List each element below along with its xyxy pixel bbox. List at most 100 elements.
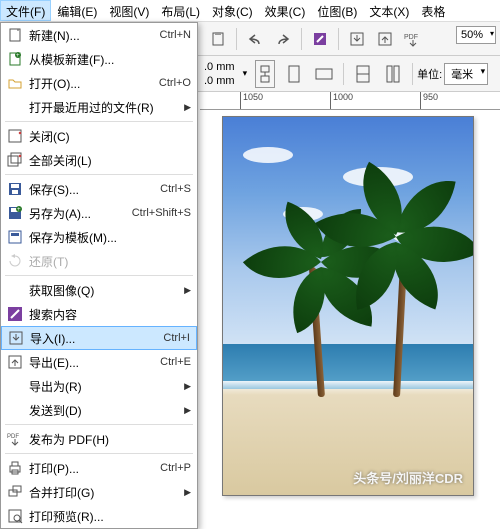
- menu-item-10[interactable]: 保存为模板(M)...: [1, 225, 197, 249]
- preview-icon: [5, 507, 25, 525]
- svg-text:PDF: PDF: [404, 34, 418, 41]
- menu-item-20[interactable]: PDF 发布为 PDF(H): [1, 427, 197, 451]
- pdf-button[interactable]: PDF: [401, 27, 425, 51]
- menu-label: 导入(I)...: [30, 330, 163, 347]
- menu-file[interactable]: 文件(F): [0, 0, 51, 21]
- submenu-arrow-icon: ▶: [184, 381, 191, 392]
- lock-aspect[interactable]: [255, 60, 275, 88]
- svg-text:PDF: PDF: [7, 434, 19, 440]
- page-layout-2[interactable]: [380, 61, 406, 87]
- portrait-button[interactable]: [281, 61, 307, 87]
- paste-button[interactable]: [206, 27, 230, 51]
- menu-table[interactable]: 表格: [415, 0, 451, 21]
- print-icon: [5, 459, 25, 477]
- search-button[interactable]: [308, 27, 332, 51]
- menu-item-1[interactable]: +从模板新建(F)...: [1, 47, 197, 71]
- menu-view[interactable]: 视图(V): [103, 0, 155, 21]
- submenu-arrow-icon: ▶: [184, 405, 191, 416]
- saveas-icon: +: [5, 204, 25, 222]
- menu-label: 合并打印(G): [29, 484, 180, 501]
- pdf-icon: PDF: [5, 430, 25, 448]
- search-icon: [5, 305, 25, 323]
- menu-bitmap[interactable]: 位图(B): [311, 0, 363, 21]
- menu-label: 打印预览(R)...: [29, 508, 191, 525]
- menu-item-14[interactable]: 搜索内容: [1, 302, 197, 326]
- menu-label: 发布为 PDF(H): [29, 431, 191, 448]
- closeall-icon: [5, 151, 25, 169]
- menu-label: 关闭(C): [29, 128, 191, 145]
- new-icon: [5, 26, 25, 44]
- landscape-button[interactable]: [311, 61, 337, 87]
- blank-icon: [5, 281, 25, 299]
- blank-icon: [5, 98, 25, 116]
- menu-item-22[interactable]: 打印(P)...Ctrl+P: [1, 456, 197, 480]
- blank-icon: [5, 401, 25, 419]
- open-icon: [5, 74, 25, 92]
- file-dropdown-menu: 新建(N)...Ctrl+N+从模板新建(F)...打开(O)...Ctrl+O…: [0, 22, 198, 529]
- menu-shortcut: Ctrl+S: [160, 183, 191, 195]
- menu-label: 全部关闭(L): [29, 152, 191, 169]
- menu-item-3[interactable]: 打开最近用过的文件(R) ▶: [1, 95, 197, 119]
- menu-edit[interactable]: 编辑(E): [51, 0, 103, 21]
- menu-label: 打开最近用过的文件(R): [29, 99, 180, 116]
- menu-shortcut: Ctrl+Shift+S: [132, 207, 191, 219]
- menu-item-5[interactable]: 关闭(C): [1, 124, 197, 148]
- menu-label: 搜索内容: [29, 306, 191, 323]
- menu-label: 发送到(D): [29, 402, 180, 419]
- menu-item-11: 还原(T): [1, 249, 197, 273]
- menu-item-15[interactable]: 导入(I)...Ctrl+I: [1, 326, 197, 350]
- revert-icon: [5, 252, 25, 270]
- export-icon: [5, 353, 25, 371]
- export-button[interactable]: [373, 27, 397, 51]
- menu-shortcut: Ctrl+I: [163, 332, 190, 344]
- menu-object[interactable]: 对象(C): [206, 0, 259, 21]
- svg-text:+: +: [17, 207, 21, 213]
- menu-shortcut: Ctrl+N: [160, 29, 191, 41]
- menu-item-23[interactable]: 合并打印(G) ▶: [1, 480, 197, 504]
- menu-item-17[interactable]: 导出为(R) ▶: [1, 374, 197, 398]
- menu-item-2[interactable]: 打开(O)...Ctrl+O: [1, 71, 197, 95]
- submenu-arrow-icon: ▶: [184, 285, 191, 296]
- menu-item-9[interactable]: + 另存为(A)...Ctrl+Shift+S: [1, 201, 197, 225]
- menu-label: 导出为(R): [29, 378, 180, 395]
- menu-label: 从模板新建(F)...: [29, 51, 191, 68]
- menu-label: 还原(T): [29, 253, 191, 270]
- submenu-arrow-icon: ▶: [184, 102, 191, 113]
- dimensions: .0 mm .0 mm: [204, 60, 235, 88]
- menu-effects[interactable]: 效果(C): [259, 0, 312, 21]
- menu-label: 导出(E)...: [29, 354, 160, 371]
- menu-shortcut: Ctrl+O: [159, 77, 191, 89]
- undo-button[interactable]: [243, 27, 267, 51]
- menu-shortcut: Ctrl+P: [160, 462, 191, 474]
- menu-item-6[interactable]: 全部关闭(L): [1, 148, 197, 172]
- canvas-image[interactable]: 头条号/刘丽洋CDR: [222, 116, 474, 496]
- import-button[interactable]: [345, 27, 369, 51]
- blank-icon: [5, 377, 25, 395]
- menu-item-8[interactable]: 保存(S)...Ctrl+S: [1, 177, 197, 201]
- menu-label: 打印(P)...: [29, 460, 160, 477]
- close-icon: [5, 127, 25, 145]
- watermark: 头条号/刘丽洋CDR: [353, 468, 463, 487]
- menu-item-24[interactable]: 打印预览(R)...: [1, 504, 197, 528]
- merge-icon: [5, 483, 25, 501]
- menu-item-18[interactable]: 发送到(D) ▶: [1, 398, 197, 422]
- zoom-dropdown[interactable]: 50%: [456, 26, 496, 44]
- submenu-arrow-icon: ▶: [184, 487, 191, 498]
- menu-label: 打开(O)...: [29, 75, 159, 92]
- menu-label: 保存(S)...: [29, 181, 160, 198]
- save-icon: [5, 180, 25, 198]
- savetpl-icon: [5, 228, 25, 246]
- redo-button[interactable]: [271, 27, 295, 51]
- menu-label: 获取图像(Q): [29, 282, 180, 299]
- newtpl-icon: +: [5, 50, 25, 68]
- menu-text[interactable]: 文本(X): [363, 0, 415, 21]
- menu-item-13[interactable]: 获取图像(Q) ▶: [1, 278, 197, 302]
- units-label: 单位:: [417, 66, 442, 82]
- menu-layout[interactable]: 布局(L): [155, 0, 206, 21]
- units-dropdown[interactable]: 毫米: [444, 63, 488, 85]
- menu-item-16[interactable]: 导出(E)...Ctrl+E: [1, 350, 197, 374]
- menu-item-0[interactable]: 新建(N)...Ctrl+N: [1, 23, 197, 47]
- page-layout-1[interactable]: [350, 61, 376, 87]
- menu-label: 另存为(A)...: [29, 205, 132, 222]
- menu-shortcut: Ctrl+E: [160, 356, 191, 368]
